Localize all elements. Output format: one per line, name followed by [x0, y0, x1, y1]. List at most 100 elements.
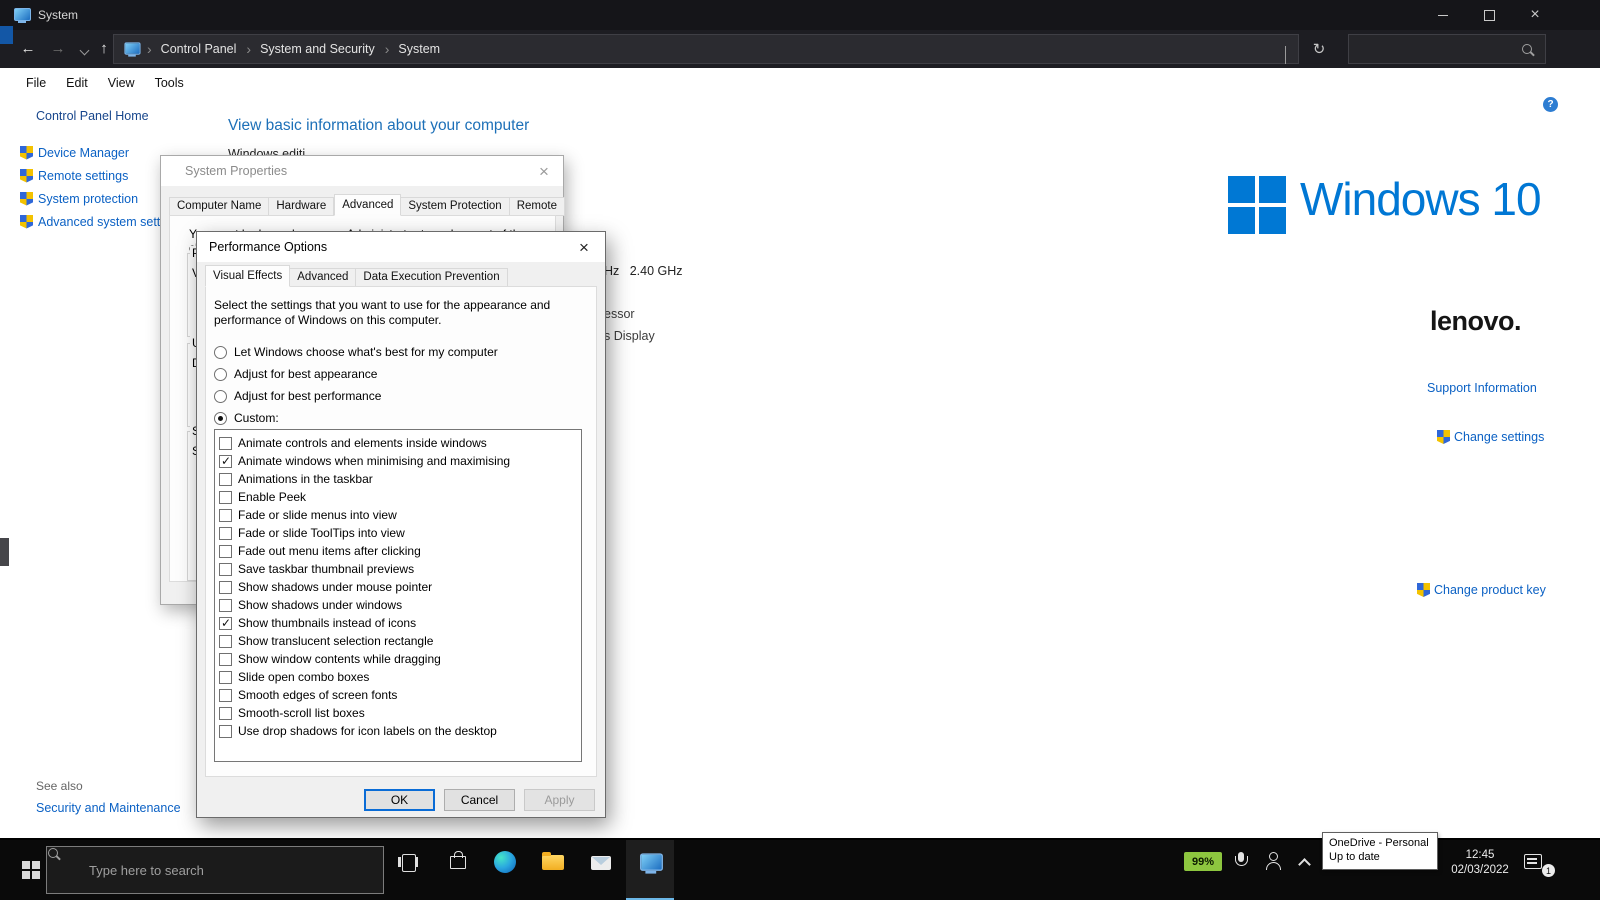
- visual-effect-row[interactable]: Show shadows under windows: [219, 596, 581, 614]
- refresh-button[interactable]: [1306, 36, 1332, 62]
- performance-options-close-icon[interactable]: [573, 236, 595, 258]
- checkbox[interactable]: [219, 706, 232, 720]
- battery-indicator[interactable]: 99%: [1184, 852, 1222, 871]
- start-button[interactable]: [14, 854, 48, 886]
- visual-effects-list[interactable]: Animate controls and elements inside win…: [214, 429, 582, 762]
- checkbox[interactable]: [219, 544, 232, 558]
- visual-effect-row[interactable]: Animate controls and elements inside win…: [219, 434, 581, 452]
- checkbox[interactable]: [219, 652, 232, 666]
- checkbox[interactable]: [219, 508, 232, 522]
- radio-button[interactable]: [214, 411, 227, 425]
- visual-effect-row[interactable]: Fade or slide ToolTips into view: [219, 524, 581, 542]
- checkbox[interactable]: [219, 670, 232, 684]
- sidebar-item[interactable]: Advanced system settings: [20, 214, 183, 229]
- visual-effect-row[interactable]: Smooth-scroll list boxes: [219, 704, 581, 722]
- checkbox[interactable]: [219, 598, 232, 612]
- visual-effect-row[interactable]: Use drop shadows for icon labels on the …: [219, 722, 581, 740]
- sidebar-item[interactable]: System protection: [20, 191, 183, 206]
- checkbox[interactable]: [219, 526, 232, 540]
- apply-button[interactable]: Apply: [524, 789, 595, 811]
- checkbox[interactable]: [219, 580, 232, 594]
- explorer-search-box[interactable]: [1348, 34, 1546, 64]
- visual-effect-row[interactable]: Save taskbar thumbnail previews: [219, 560, 581, 578]
- radio-button[interactable]: [214, 389, 227, 403]
- checkbox[interactable]: [219, 436, 232, 450]
- visual-effect-row[interactable]: Show translucent selection rectangle: [219, 632, 581, 650]
- radio-option-row[interactable]: Adjust for best appearance: [214, 366, 498, 382]
- radio-button[interactable]: [214, 345, 227, 359]
- sidebar-item-security-and-maintenance[interactable]: Security and Maintenance: [36, 801, 181, 815]
- taskbar-clock[interactable]: 12:45 02/03/2022: [1444, 848, 1516, 878]
- pinned-app-icon[interactable]: [450, 851, 466, 869]
- visual-effect-row[interactable]: Fade out menu items after clicking: [219, 542, 581, 560]
- action-center-icon[interactable]: [1524, 854, 1542, 869]
- menu-item[interactable]: View: [98, 76, 145, 90]
- visual-effect-row[interactable]: Show shadows under mouse pointer: [219, 578, 581, 596]
- checkbox[interactable]: [219, 634, 232, 648]
- ok-button[interactable]: OK: [364, 789, 435, 811]
- breadcrumb-item[interactable]: System and Security: [241, 35, 379, 63]
- checkbox[interactable]: [219, 724, 232, 738]
- dialog-tab[interactable]: System Protection: [401, 197, 510, 216]
- checkbox[interactable]: [219, 490, 232, 504]
- system-taskbar-icon[interactable]: [640, 852, 663, 874]
- checkbox[interactable]: [219, 616, 232, 630]
- visual-effect-row[interactable]: Fade or slide menus into view: [219, 506, 581, 524]
- radio-option-row[interactable]: Let Windows choose what's best for my co…: [214, 344, 498, 360]
- close-button[interactable]: [1512, 0, 1558, 30]
- breadcrumb-item[interactable]: System: [380, 35, 445, 63]
- radio-option-row[interactable]: Adjust for best performance: [214, 388, 498, 404]
- checkbox[interactable]: [219, 562, 232, 576]
- visual-effect-row[interactable]: Animations in the taskbar: [219, 470, 581, 488]
- breadcrumb-item[interactable]: Control Panel: [142, 35, 241, 63]
- visual-effect-row[interactable]: Enable Peek: [219, 488, 581, 506]
- dialog-tab[interactable]: Remote: [509, 197, 565, 216]
- file-explorer-icon[interactable]: [542, 852, 564, 870]
- radio-button[interactable]: [214, 367, 227, 381]
- change-settings-link[interactable]: Change settings: [1454, 430, 1544, 444]
- shield-icon: [20, 145, 33, 160]
- change-product-key-link[interactable]: Change product key: [1434, 583, 1546, 597]
- microphone-icon[interactable]: [1234, 852, 1248, 870]
- maximize-button[interactable]: [1466, 0, 1512, 30]
- radio-option-row[interactable]: Custom:: [214, 410, 498, 426]
- task-view-icon[interactable]: [398, 854, 418, 872]
- address-dropdown-chevron[interactable]: [1285, 46, 1286, 64]
- support-information-link[interactable]: Support Information: [1427, 381, 1537, 395]
- sidebar-item[interactable]: Device Manager: [20, 145, 183, 160]
- sidebar-item-control-panel-home[interactable]: Control Panel Home: [36, 109, 149, 123]
- checkbox[interactable]: [219, 454, 232, 468]
- search-input[interactable]: [1355, 37, 1515, 61]
- checkbox[interactable]: [219, 472, 232, 486]
- help-icon[interactable]: [1543, 97, 1558, 112]
- dialog-tab[interactable]: Visual Effects: [205, 265, 291, 287]
- menu-item[interactable]: Tools: [145, 76, 194, 90]
- visual-effect-row[interactable]: Animate windows when minimising and maxi…: [219, 452, 581, 470]
- checkbox[interactable]: [219, 688, 232, 702]
- edge-icon[interactable]: [494, 851, 516, 873]
- pinned-app-icon[interactable]: [591, 856, 611, 870]
- chevron-right-icon: [246, 41, 251, 57]
- back-button[interactable]: ←: [16, 36, 40, 60]
- dialog-titlebar[interactable]: System Properties: [161, 156, 563, 186]
- dialog-tab[interactable]: Advanced: [334, 194, 402, 216]
- dialog-tab[interactable]: Advanced: [290, 268, 357, 287]
- forward-button[interactable]: →: [46, 36, 70, 60]
- system-properties-close-icon[interactable]: [533, 160, 555, 182]
- visual-effect-row[interactable]: Slide open combo boxes: [219, 668, 581, 686]
- address-bar[interactable]: Control Panel System and Security System: [113, 34, 1299, 64]
- menu-item[interactable]: Edit: [56, 76, 98, 90]
- dialog-titlebar[interactable]: Performance Options: [197, 232, 605, 262]
- visual-effect-row[interactable]: Show window contents while dragging: [219, 650, 581, 668]
- menu-item[interactable]: File: [16, 76, 56, 90]
- sidebar-item[interactable]: Remote settings: [20, 168, 183, 183]
- minimize-button[interactable]: [1420, 0, 1466, 30]
- dialog-tab[interactable]: Hardware: [269, 197, 335, 216]
- taskbar-search[interactable]: Type here to search: [46, 846, 384, 894]
- visual-effect-row[interactable]: Show thumbnails instead of icons: [219, 614, 581, 632]
- dialog-tab[interactable]: Computer Name: [169, 197, 270, 216]
- people-icon[interactable]: [1264, 852, 1282, 870]
- cancel-button[interactable]: Cancel: [444, 789, 515, 811]
- visual-effect-row[interactable]: Smooth edges of screen fonts: [219, 686, 581, 704]
- dialog-tab[interactable]: Data Execution Prevention: [356, 268, 508, 287]
